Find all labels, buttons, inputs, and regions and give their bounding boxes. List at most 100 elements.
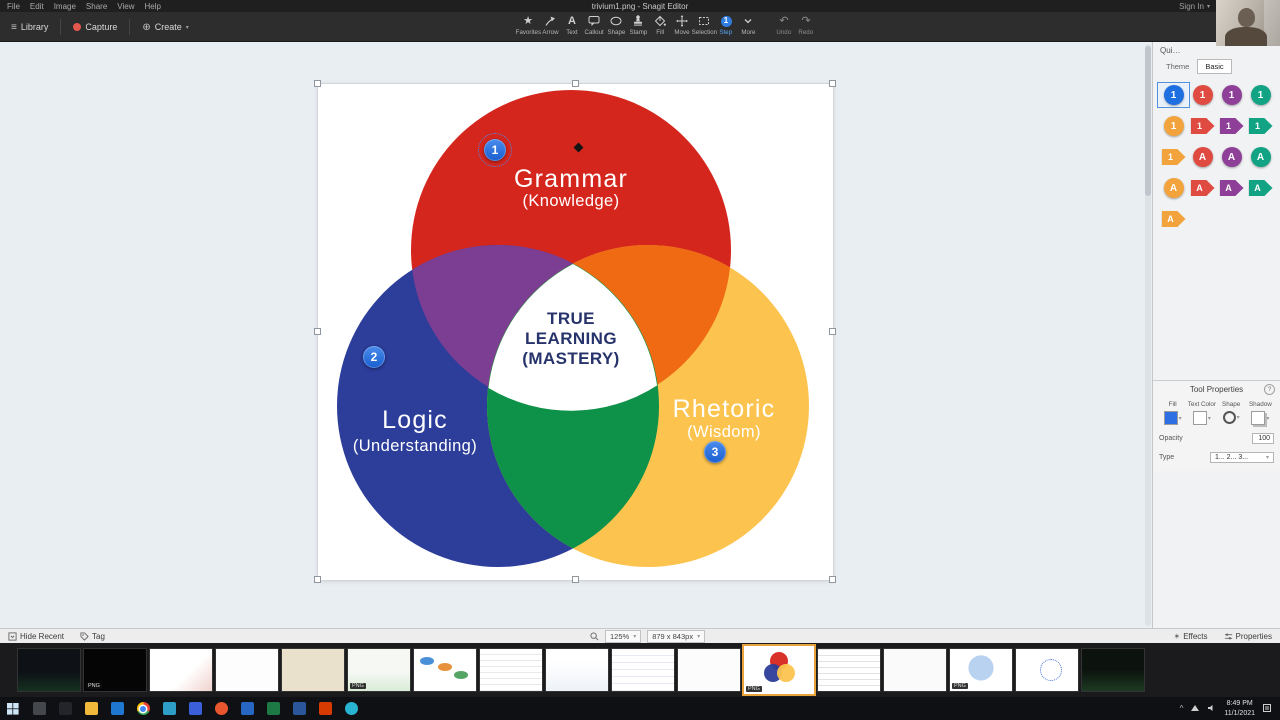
text-color-picker[interactable]: ▾ [1192, 411, 1211, 425]
tab-theme[interactable]: Theme [1158, 59, 1197, 74]
taskbar-app-10[interactable] [260, 697, 286, 720]
volume-icon[interactable] [1207, 704, 1217, 714]
zoom-level-dropdown[interactable]: 125% ▾ [605, 629, 642, 643]
taskbar-app-5[interactable] [130, 697, 156, 720]
style-swatch[interactable]: A [1188, 146, 1217, 168]
canvas-size-dropdown[interactable]: 879 x 843px ▾ [647, 629, 706, 643]
tool-text[interactable]: A Text [561, 14, 583, 36]
menu-file[interactable]: File [7, 2, 20, 11]
effects-button[interactable]: ✶ Effects [1166, 629, 1216, 643]
style-swatch[interactable]: 1 [1188, 115, 1217, 137]
recent-thumbnail[interactable] [282, 649, 344, 691]
selection-handle-nw[interactable] [314, 80, 321, 87]
tool-selection[interactable]: Selection [691, 14, 717, 36]
tool-callout[interactable]: Callout [583, 14, 605, 36]
recent-thumbnail[interactable] [18, 649, 80, 691]
recent-thumbnail[interactable] [612, 649, 674, 691]
vertical-scrollbar[interactable] [1145, 44, 1151, 626]
recent-thumbnail[interactable] [480, 649, 542, 691]
recent-thumbnail[interactable]: PNG [950, 649, 1012, 691]
library-button[interactable]: ≡ Library [8, 22, 51, 33]
start-button[interactable] [0, 697, 26, 720]
step-marker-2[interactable]: 2 [363, 346, 385, 368]
menu-edit[interactable]: Edit [30, 2, 44, 11]
style-swatch[interactable]: 1 [1217, 115, 1246, 137]
tool-favorites[interactable]: ★ Favorites [515, 14, 540, 36]
tool-fill[interactable]: Fill [649, 14, 671, 36]
tool-more[interactable]: More [737, 14, 759, 36]
style-swatch[interactable]: A [1159, 177, 1188, 199]
recent-thumbnail[interactable] [884, 649, 946, 691]
taskbar-app-13[interactable] [338, 697, 364, 720]
tool-step[interactable]: 1 Step [715, 14, 737, 36]
style-swatch[interactable]: 1 [1246, 115, 1275, 137]
properties-button[interactable]: Properties [1216, 629, 1280, 643]
taskbar-app-4[interactable] [104, 697, 130, 720]
captured-image[interactable]: Grammar (Knowledge) Logic (Understanding… [318, 84, 833, 580]
selection-handle-ne[interactable] [829, 80, 836, 87]
opacity-value[interactable]: 100 [1252, 433, 1274, 444]
tab-basic[interactable]: Basic [1197, 59, 1232, 74]
tool-arrow[interactable]: Arrow [539, 14, 561, 36]
selection-handle-e[interactable] [829, 328, 836, 335]
redo-button[interactable]: ↷ Redo [795, 14, 817, 36]
undo-button[interactable]: ↶ Undo [773, 14, 795, 36]
capture-button[interactable]: Capture [70, 22, 120, 32]
taskbar-app-12[interactable] [312, 697, 338, 720]
taskbar-app-8[interactable] [208, 697, 234, 720]
recent-thumbnail[interactable]: PNG [84, 649, 146, 691]
recent-thumbnail[interactable] [1082, 649, 1144, 691]
step-marker-3[interactable]: 3 [704, 441, 726, 463]
taskbar-app-1[interactable] [26, 697, 52, 720]
recent-thumbnail[interactable] [150, 649, 212, 691]
style-swatch[interactable]: 1 [1159, 146, 1188, 168]
menu-help[interactable]: Help [144, 2, 160, 11]
selection-handle-n[interactable] [572, 80, 579, 87]
tag-button[interactable]: Tag [72, 629, 113, 643]
style-swatch[interactable]: A [1246, 177, 1275, 199]
taskbar-clock[interactable]: 8:49 PM 11/1/2021 [1224, 699, 1255, 717]
taskbar-app-9[interactable] [234, 697, 260, 720]
editor-canvas[interactable]: Grammar (Knowledge) Logic (Understanding… [0, 42, 1152, 628]
recent-thumbnail[interactable] [818, 649, 880, 691]
style-swatch[interactable]: A [1159, 208, 1188, 230]
recent-thumbnail-selected[interactable]: PNG [744, 646, 814, 694]
style-swatch[interactable]: A [1217, 146, 1246, 168]
selection-handle-se[interactable] [829, 576, 836, 583]
tool-move[interactable]: Move [671, 14, 693, 36]
recent-thumbnail[interactable]: PNG [348, 649, 410, 691]
style-swatch[interactable]: 1 [1188, 84, 1217, 106]
style-swatch[interactable]: A [1217, 177, 1246, 199]
selection-handle-w[interactable] [314, 328, 321, 335]
recent-thumbnail[interactable] [678, 649, 740, 691]
style-swatch[interactable]: A [1188, 177, 1217, 199]
taskbar-app-11[interactable] [286, 697, 312, 720]
style-swatch[interactable]: 1 [1157, 82, 1190, 108]
menu-view[interactable]: View [117, 2, 134, 11]
recent-thumbnail[interactable] [216, 649, 278, 691]
chevron-up-icon[interactable]: ^ [1180, 704, 1184, 713]
tool-shape[interactable]: Shape [605, 14, 627, 36]
menu-image[interactable]: Image [54, 2, 76, 11]
tool-stamp[interactable]: Stamp [627, 14, 649, 36]
fill-color-picker[interactable]: ▾ [1163, 411, 1182, 425]
scrollbar-thumb[interactable] [1145, 46, 1151, 196]
create-button[interactable]: ⊕ Create ▾ [139, 22, 191, 33]
network-icon[interactable] [1190, 704, 1200, 714]
taskbar-app-2[interactable] [52, 697, 78, 720]
shadow-picker[interactable]: ▾ [1251, 411, 1269, 425]
notification-center-icon[interactable] [1262, 703, 1272, 715]
taskbar-app-6[interactable] [156, 697, 182, 720]
shape-picker[interactable]: ▾ [1222, 411, 1240, 424]
help-icon[interactable]: ? [1264, 384, 1275, 395]
recent-thumbnail[interactable] [1016, 649, 1078, 691]
style-swatch[interactable]: 1 [1159, 115, 1188, 137]
type-dropdown[interactable]: 1... 2... 3... ▾ [1210, 452, 1274, 463]
step-marker-1[interactable]: 1 [478, 133, 512, 167]
recent-thumbnail[interactable] [414, 649, 476, 691]
style-swatch[interactable]: 1 [1246, 84, 1275, 106]
selection-handle-s[interactable] [572, 576, 579, 583]
style-swatch[interactable]: A [1246, 146, 1275, 168]
sign-in-button[interactable]: Sign In ▾ [1179, 2, 1210, 11]
taskbar-app-7[interactable] [182, 697, 208, 720]
